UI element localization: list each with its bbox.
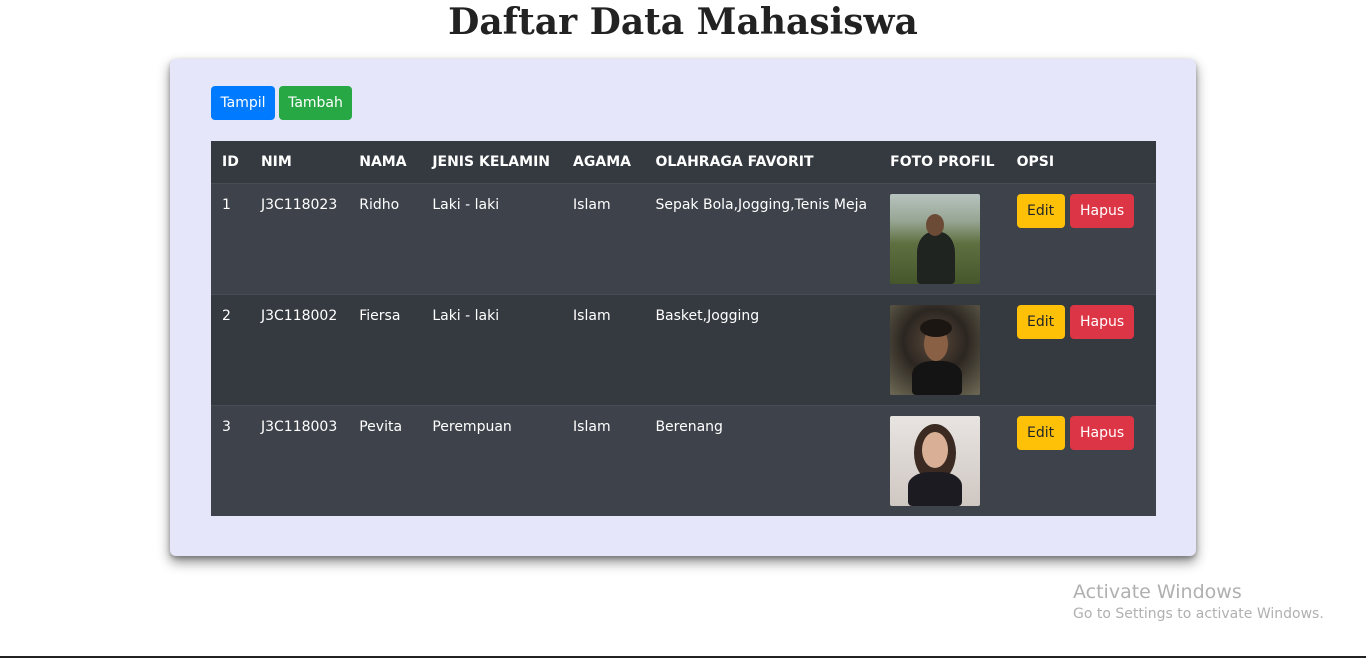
profile-photo [890, 193, 981, 284]
cell-nim: J3C118003 [249, 404, 349, 516]
cell-foto [879, 182, 1006, 294]
table-row: 1 J3C118023 Ridho Laki - laki Islam Sepa… [211, 182, 1156, 294]
cell-foto [879, 293, 1006, 405]
profile-photo [890, 304, 981, 395]
cell-agama: Islam [562, 182, 645, 294]
cell-foto [879, 404, 1006, 516]
header-nama: NAMA [348, 141, 422, 184]
hapus-button[interactable]: Hapus [1070, 193, 1135, 228]
table-header-row: ID NIM NAMA JENIS KELAMIN AGAMA OLAHRAGA… [211, 141, 1156, 184]
cell-olahraga: Berenang [644, 404, 880, 516]
cell-nim: J3C118023 [249, 182, 349, 294]
cell-id: 2 [211, 293, 250, 405]
edit-button[interactable]: Edit [1016, 193, 1065, 228]
data-card: Tampil Tambah ID NIM NAMA JENIS KELAMIN … [170, 59, 1196, 556]
cell-id: 1 [211, 182, 250, 294]
watermark-title: Activate Windows [1073, 581, 1242, 603]
cell-opsi: Edit Hapus [1005, 293, 1156, 405]
header-id: ID [211, 141, 250, 184]
header-foto-profil: FOTO PROFIL [879, 141, 1006, 184]
header-agama: AGAMA [562, 141, 645, 184]
cell-nim: J3C118002 [249, 293, 349, 405]
cell-jenis-kelamin: Laki - laki [421, 293, 563, 405]
cell-nama: Ridho [348, 182, 422, 294]
cell-opsi: Edit Hapus [1005, 182, 1156, 294]
mahasiswa-table: ID NIM NAMA JENIS KELAMIN AGAMA OLAHRAGA… [211, 141, 1156, 516]
header-nim: NIM [249, 141, 349, 184]
cell-opsi: Edit Hapus [1005, 404, 1156, 516]
tambah-button[interactable]: Tambah [279, 86, 352, 120]
activate-windows-watermark: Activate Windows Go to Settings to activ… [1073, 580, 1324, 624]
hapus-button[interactable]: Hapus [1070, 304, 1135, 339]
edit-button[interactable]: Edit [1016, 415, 1065, 450]
hapus-button[interactable]: Hapus [1070, 415, 1135, 450]
header-olahraga-favorit: OLAHRAGA FAVORIT [644, 141, 880, 184]
cell-nama: Fiersa [348, 293, 422, 405]
header-opsi: OPSI [1005, 141, 1156, 184]
edit-button[interactable]: Edit [1016, 304, 1065, 339]
cell-nama: Pevita [348, 404, 422, 516]
cell-jenis-kelamin: Perempuan [421, 404, 563, 516]
table-row: 3 J3C118003 Pevita Perempuan Islam Beren… [211, 404, 1156, 516]
cell-olahraga: Basket,Jogging [644, 293, 880, 405]
cell-olahraga: Sepak Bola,Jogging,Tenis Meja [644, 182, 880, 294]
cell-jenis-kelamin: Laki - laki [421, 182, 563, 294]
header-jenis-kelamin: JENIS KELAMIN [421, 141, 563, 184]
table-row: 2 J3C118002 Fiersa Laki - laki Islam Bas… [211, 293, 1156, 405]
cell-id: 3 [211, 404, 250, 516]
cell-agama: Islam [562, 404, 645, 516]
cell-agama: Islam [562, 293, 645, 405]
watermark-subtitle: Go to Settings to activate Windows. [1073, 606, 1324, 622]
profile-photo [890, 415, 981, 506]
page-title: Daftar Data Mahasiswa [448, 1, 918, 43]
tampil-button[interactable]: Tampil [211, 86, 275, 120]
